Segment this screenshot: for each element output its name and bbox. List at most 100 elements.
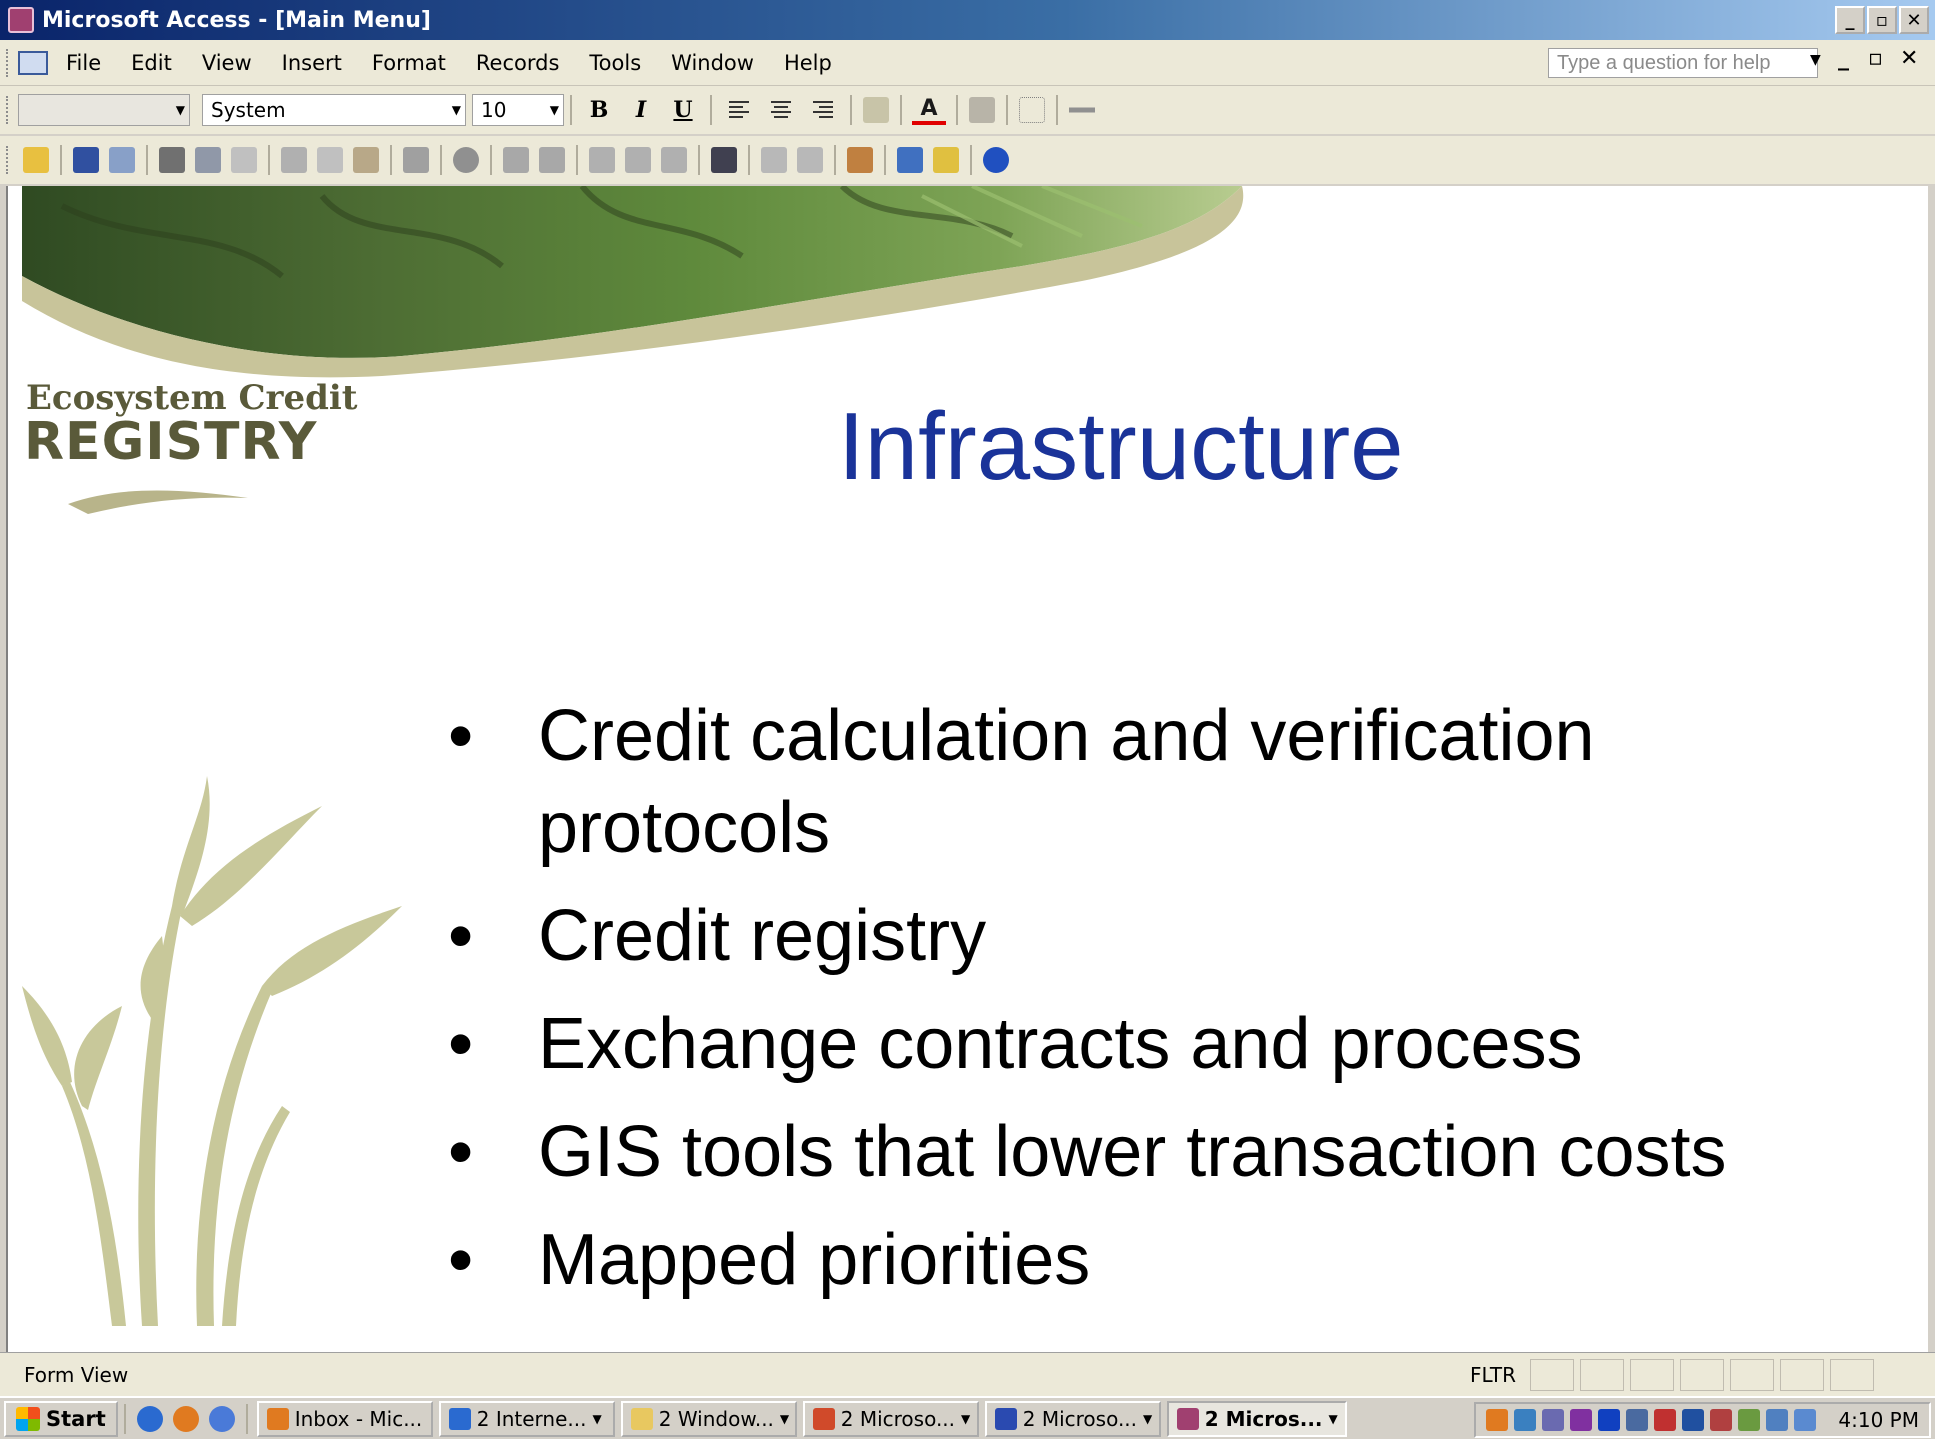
- standard-toolbar: [0, 136, 1935, 184]
- help-question-input[interactable]: Type a question for help: [1548, 48, 1818, 78]
- print-preview-icon[interactable]: [195, 147, 221, 173]
- hyperlink-icon[interactable]: [453, 147, 479, 173]
- menubar-grip[interactable]: [6, 48, 12, 77]
- delete-record-icon[interactable]: [797, 147, 823, 173]
- help-icon[interactable]: [983, 147, 1009, 173]
- apply-filter-icon[interactable]: [661, 147, 687, 173]
- restore-button[interactable]: ▫: [1867, 6, 1897, 34]
- media-icon[interactable]: [1570, 1409, 1593, 1431]
- undo-icon[interactable]: [403, 147, 429, 173]
- file-search-icon[interactable]: [109, 147, 135, 173]
- antivirus-icon[interactable]: [1710, 1409, 1733, 1431]
- toolbar-separator: [834, 145, 836, 175]
- line-width-icon[interactable]: [1069, 97, 1095, 123]
- volume-icon[interactable]: [1766, 1409, 1789, 1431]
- taskbar-task-button[interactable]: 2 Microso... ▼: [984, 1400, 1161, 1437]
- start-button[interactable]: Start: [4, 1400, 118, 1437]
- menu-edit[interactable]: Edit: [131, 51, 172, 75]
- logo-line-2: REGISTRY: [24, 412, 318, 472]
- taskbar-task-button[interactable]: 2 Interne... ▼: [438, 1400, 615, 1437]
- status-cell: [1530, 1359, 1574, 1391]
- border-icon[interactable]: [1019, 97, 1045, 123]
- taskbar-separator: [123, 1403, 126, 1434]
- new-object-icon[interactable]: [933, 147, 959, 173]
- menu-records[interactable]: Records: [476, 51, 560, 75]
- doc-minimize-button[interactable]: _: [1838, 46, 1849, 71]
- cut-icon[interactable]: [281, 147, 307, 173]
- security-icon[interactable]: [1682, 1409, 1705, 1431]
- access-app-icon[interactable]: [8, 7, 34, 33]
- print-icon[interactable]: [159, 147, 185, 173]
- network-user-icon[interactable]: [1514, 1409, 1537, 1431]
- underline-button[interactable]: U: [666, 93, 700, 127]
- font-combo[interactable]: System ▼: [202, 94, 466, 126]
- properties-icon[interactable]: [847, 147, 873, 173]
- menu-format[interactable]: Format: [372, 51, 446, 75]
- internet-explorer-icon[interactable]: [136, 1405, 163, 1432]
- minimize-button[interactable]: _: [1835, 6, 1865, 34]
- paste-icon[interactable]: [353, 147, 379, 173]
- task-app-icon: [1176, 1407, 1199, 1430]
- network-status-icon[interactable]: [1654, 1409, 1677, 1431]
- new-record-icon[interactable]: [761, 147, 787, 173]
- sort-ascending-icon[interactable]: [503, 147, 529, 173]
- outlook-icon[interactable]: [172, 1405, 199, 1432]
- menu-file[interactable]: File: [66, 51, 101, 75]
- align-left-icon[interactable]: [722, 93, 756, 127]
- italic-button[interactable]: I: [624, 93, 658, 127]
- menu-view[interactable]: View: [202, 51, 252, 75]
- toolbar-separator: [970, 145, 972, 175]
- taskbar-task-button[interactable]: 2 Window... ▼: [620, 1400, 797, 1437]
- reminder-icon[interactable]: [1486, 1409, 1509, 1431]
- display-icon[interactable]: [1626, 1409, 1649, 1431]
- align-right-icon[interactable]: [806, 93, 840, 127]
- menu-window[interactable]: Window: [671, 51, 754, 75]
- task-label: 2 Microso...: [1022, 1406, 1138, 1431]
- view-icon[interactable]: [23, 147, 49, 173]
- bullet-item: GIS tools that lower transaction costs: [448, 1106, 1848, 1198]
- task-app-icon: [994, 1407, 1017, 1430]
- task-label: 2 Window...: [658, 1406, 774, 1431]
- doc-close-button[interactable]: ✕: [1900, 46, 1918, 71]
- toolbar-grip[interactable]: [6, 146, 12, 174]
- bold-button[interactable]: B: [582, 93, 616, 127]
- status-cell: [1830, 1359, 1874, 1391]
- copy-icon[interactable]: [317, 147, 343, 173]
- forest-banner-image: [22, 186, 1244, 378]
- align-center-icon[interactable]: [764, 93, 798, 127]
- find-icon[interactable]: [711, 147, 737, 173]
- connection-icon[interactable]: [1542, 1409, 1565, 1431]
- save-icon[interactable]: [73, 147, 99, 173]
- update-icon[interactable]: [1794, 1409, 1817, 1431]
- chevron-down-icon[interactable]: ▼: [1810, 52, 1821, 68]
- taskbar-task-button[interactable]: Inbox - Mic...: [256, 1400, 433, 1437]
- sync-icon[interactable]: [1738, 1409, 1761, 1431]
- task-app-icon: [266, 1407, 289, 1430]
- font-size-combo[interactable]: 10 ▼: [472, 94, 564, 126]
- spelling-icon[interactable]: [231, 147, 257, 173]
- player-icon[interactable]: [1598, 1409, 1621, 1431]
- taskbar-task-button[interactable]: 2 Micros... ▼: [1166, 1400, 1347, 1437]
- filter-by-selection-icon[interactable]: [589, 147, 615, 173]
- form-control-icon[interactable]: [18, 50, 48, 75]
- doc-restore-button[interactable]: ▫: [1868, 46, 1883, 71]
- menu-help[interactable]: Help: [784, 51, 832, 75]
- font-color-icon[interactable]: A: [912, 95, 946, 125]
- menu-insert[interactable]: Insert: [282, 51, 342, 75]
- bullet-item: Exchange contracts and process: [448, 998, 1848, 1090]
- taskbar-task-button[interactable]: 2 Microso... ▼: [802, 1400, 979, 1437]
- line-color-icon[interactable]: [969, 97, 995, 123]
- chevron-down-icon: ▼: [549, 103, 559, 117]
- object-combo[interactable]: ▼: [18, 94, 190, 126]
- fill-color-icon[interactable]: [863, 97, 889, 123]
- sort-descending-icon[interactable]: [539, 147, 565, 173]
- database-window-icon[interactable]: [897, 147, 923, 173]
- status-cell: [1630, 1359, 1674, 1391]
- toolbar-grip[interactable]: [6, 96, 12, 124]
- filter-by-form-icon[interactable]: [625, 147, 651, 173]
- close-button[interactable]: ✕: [1899, 6, 1929, 34]
- taskbar-clock[interactable]: 4:10 PM: [1838, 1408, 1919, 1432]
- show-desktop-icon[interactable]: [208, 1405, 235, 1432]
- menu-tools[interactable]: Tools: [589, 51, 641, 75]
- windows-logo-icon: [16, 1406, 40, 1431]
